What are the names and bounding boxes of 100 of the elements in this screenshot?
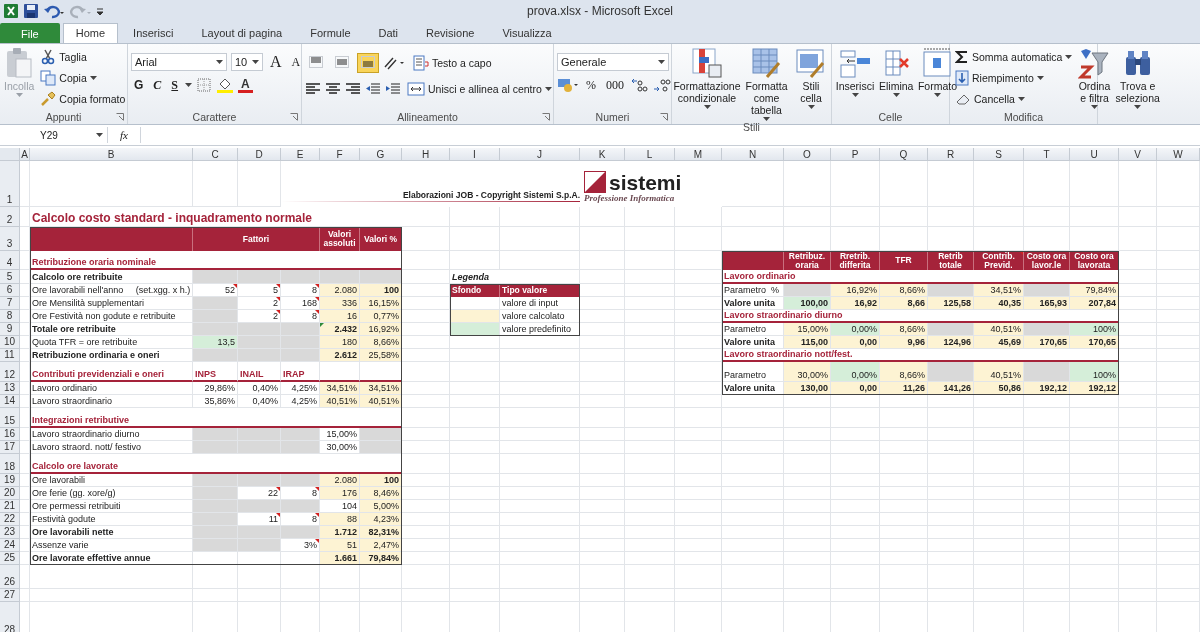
- row-header[interactable]: 19: [0, 474, 20, 487]
- increase-indent-icon[interactable]: [385, 82, 401, 96]
- column-header[interactable]: O: [784, 148, 831, 161]
- ribbon-tab[interactable]: Formule: [297, 23, 364, 43]
- dialog-launcher-icon[interactable]: [116, 113, 124, 121]
- column-header[interactable]: H: [402, 148, 450, 161]
- row-header[interactable]: 6: [0, 284, 20, 297]
- decrease-decimal-icon[interactable]: [653, 77, 671, 93]
- row-header[interactable]: 10: [0, 336, 20, 349]
- caret-icon[interactable]: [185, 83, 193, 87]
- row-header[interactable]: 26: [0, 565, 20, 589]
- align-right-icon[interactable]: [345, 82, 361, 96]
- ribbon-tab[interactable]: Visualizza: [489, 23, 565, 43]
- cut-button[interactable]: Taglia: [38, 47, 128, 67]
- row-header[interactable]: 5: [0, 270, 20, 284]
- shrink-font-button[interactable]: A: [288, 54, 304, 70]
- row-header[interactable]: 3: [0, 227, 20, 251]
- row-header[interactable]: 1: [0, 161, 20, 207]
- row-header[interactable]: 8: [0, 310, 20, 323]
- column-header[interactable]: Q: [880, 148, 928, 161]
- row-header[interactable]: 20: [0, 487, 20, 500]
- column-header[interactable]: F: [320, 148, 360, 161]
- align-center-icon[interactable]: [325, 82, 341, 96]
- row-header[interactable]: 17: [0, 441, 20, 454]
- column-header[interactable]: U: [1070, 148, 1119, 161]
- copy-button[interactable]: Copia: [38, 68, 128, 88]
- row-header[interactable]: 7: [0, 297, 20, 310]
- column-header[interactable]: N: [722, 148, 784, 161]
- thousands-button[interactable]: 000: [603, 77, 627, 93]
- row-header[interactable]: 27: [0, 589, 20, 602]
- ribbon-tab[interactable]: Layout di pagina: [188, 23, 296, 43]
- fill-color-icon[interactable]: [216, 77, 235, 93]
- row-header[interactable]: 2: [0, 207, 20, 227]
- underline-button[interactable]: S: [168, 77, 182, 93]
- column-header[interactable]: K: [580, 148, 625, 161]
- row-header[interactable]: 24: [0, 539, 20, 552]
- font-family-field[interactable]: Arial: [131, 53, 227, 71]
- font-size-field[interactable]: 10: [231, 53, 263, 71]
- italic-button[interactable]: C: [150, 77, 165, 93]
- conditional-formatting-button[interactable]: Formattazione condizionale: [675, 47, 739, 109]
- decrease-indent-icon[interactable]: [365, 82, 381, 96]
- insert-cells-button[interactable]: Inserisci: [835, 47, 875, 97]
- file-tab[interactable]: File: [0, 23, 60, 43]
- column-header[interactable]: M: [675, 148, 722, 161]
- name-box[interactable]: Y29: [0, 127, 108, 143]
- excel-icon[interactable]: [3, 3, 19, 19]
- format-as-table-button[interactable]: Formatta come tabella: [742, 47, 791, 121]
- column-header[interactable]: P: [831, 148, 880, 161]
- ribbon-tab[interactable]: Revisione: [413, 23, 488, 43]
- merge-center-button[interactable]: Unisci e allinea al centro: [405, 79, 554, 99]
- row-header[interactable]: 11: [0, 349, 20, 362]
- grow-font-button[interactable]: A: [267, 53, 285, 71]
- row-header[interactable]: 23: [0, 526, 20, 539]
- bold-button[interactable]: G: [131, 78, 147, 92]
- cell-styles-button[interactable]: Stili cella: [794, 47, 828, 109]
- format-painter-button[interactable]: Copia formato: [38, 89, 128, 109]
- row-header[interactable]: 13: [0, 382, 20, 395]
- ribbon-tab[interactable]: Inserisci: [120, 23, 187, 43]
- column-header[interactable]: R: [928, 148, 974, 161]
- row-header[interactable]: 16: [0, 428, 20, 441]
- find-select-button[interactable]: Trova e seleziona: [1114, 47, 1161, 109]
- sort-filter-button[interactable]: Ordina e filtra: [1077, 47, 1112, 109]
- text-orientation-icon[interactable]: [383, 55, 407, 71]
- align-left-icon[interactable]: [305, 82, 321, 96]
- column-header[interactable]: L: [625, 148, 675, 161]
- row-header[interactable]: 18: [0, 454, 20, 474]
- percent-button[interactable]: %: [583, 77, 599, 93]
- currency-icon[interactable]: [557, 77, 579, 93]
- column-header[interactable]: G: [360, 148, 402, 161]
- undo-icon[interactable]: [43, 3, 65, 19]
- insert-function-button[interactable]: fx: [114, 129, 134, 141]
- row-header[interactable]: 15: [0, 408, 20, 428]
- column-header[interactable]: S: [974, 148, 1024, 161]
- column-header[interactable]: C: [193, 148, 238, 161]
- increase-decimal-icon[interactable]: [631, 77, 649, 93]
- delete-cells-button[interactable]: Elimina: [878, 47, 915, 97]
- dialog-launcher-icon[interactable]: [660, 113, 668, 121]
- row-header[interactable]: 4: [0, 251, 20, 270]
- row-header[interactable]: 22: [0, 513, 20, 526]
- column-header[interactable]: B: [30, 148, 193, 161]
- row-header[interactable]: 25: [0, 552, 20, 565]
- ribbon-tab[interactable]: Dati: [365, 23, 412, 43]
- row-header[interactable]: 9: [0, 323, 20, 336]
- wrap-text-button[interactable]: Testo a capo: [411, 53, 494, 73]
- save-icon[interactable]: [23, 3, 39, 19]
- column-header[interactable]: E: [281, 148, 320, 161]
- number-format-field[interactable]: Generale: [557, 53, 669, 71]
- row-header[interactable]: 12: [0, 362, 20, 382]
- column-header[interactable]: W: [1157, 148, 1200, 161]
- ribbon-tab[interactable]: Home: [62, 23, 119, 43]
- column-header[interactable]: J: [500, 148, 580, 161]
- row-header[interactable]: 14: [0, 395, 20, 408]
- column-header[interactable]: D: [238, 148, 281, 161]
- font-color-button[interactable]: A: [238, 77, 253, 93]
- row-header[interactable]: 21: [0, 500, 20, 513]
- dialog-launcher-icon[interactable]: [290, 113, 298, 121]
- column-header[interactable]: T: [1024, 148, 1070, 161]
- column-header[interactable]: I: [450, 148, 500, 161]
- dialog-launcher-icon[interactable]: [542, 113, 550, 121]
- column-header[interactable]: V: [1119, 148, 1157, 161]
